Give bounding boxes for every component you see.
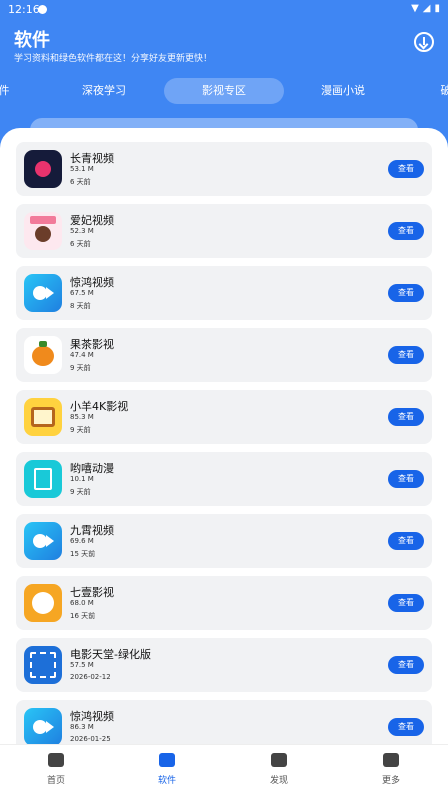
app-date: 9 天前 <box>70 364 91 372</box>
download-icon[interactable] <box>414 32 434 52</box>
app-size: 52.3 M <box>70 227 94 235</box>
wifi-icon: ▼ <box>411 3 419 14</box>
view-button[interactable]: 查看 <box>388 718 424 736</box>
app-card[interactable]: 九霄视频 69.6 M 15 天前 查看 <box>16 514 432 568</box>
lion-icon <box>24 584 62 622</box>
girl-avatar-icon <box>24 212 62 250</box>
app-size: 47.4 M <box>70 351 94 359</box>
view-button[interactable]: 查看 <box>388 532 424 550</box>
camera-fish-icon <box>24 522 62 560</box>
app-name: 爱妃视频 <box>70 214 114 227</box>
app-date: 8 天前 <box>70 302 91 310</box>
tv-sheep-icon <box>24 398 62 436</box>
view-button[interactable]: 查看 <box>388 346 424 364</box>
view-button[interactable]: 查看 <box>388 222 424 240</box>
app-name: 九霄视频 <box>70 524 114 537</box>
tab-movies[interactable]: 影视专区 <box>164 78 284 104</box>
view-button[interactable]: 查看 <box>388 470 424 488</box>
nav-discover-label: 发现 <box>269 776 288 786</box>
camera-fish-icon <box>24 708 62 746</box>
app-date: 15 天前 <box>70 550 96 558</box>
app-size: 53.1 M <box>70 165 94 173</box>
tab-crack[interactable]: 破 <box>436 78 448 104</box>
status-time: 12:16 <box>8 3 40 16</box>
film-strip-icon <box>24 646 62 684</box>
nav-more[interactable]: 更多 <box>361 753 421 786</box>
nav-software-label: 软件 <box>157 776 176 786</box>
app-card[interactable]: 惊鸿视频 67.5 M 8 天前 查看 <box>16 266 432 320</box>
app-size: 69.6 M <box>70 537 94 545</box>
app-name: 长青视频 <box>70 152 114 165</box>
app-name: 果茶影视 <box>70 338 114 351</box>
pen-logo-icon <box>24 460 62 498</box>
view-button[interactable]: 查看 <box>388 656 424 674</box>
app-date: 2026-01-25 <box>70 735 111 743</box>
app-size: 67.5 M <box>70 289 94 297</box>
app-card[interactable]: 小羊4K影视 85.3 M 9 天前 查看 <box>16 390 432 444</box>
battery-icon: ▮ <box>434 3 440 14</box>
app-card[interactable]: 长青视频 53.1 M 6 天前 查看 <box>16 142 432 196</box>
app-name: 小羊4K影视 <box>70 400 129 413</box>
discover-icon <box>271 753 287 767</box>
app-list: 长青视频 53.1 M6 天前 查看 爱妃视频 52.3 M6 天前 查看 惊鸿视频 67.5… <box>16 142 432 762</box>
orange-fruit-icon <box>24 336 62 374</box>
app-size: 57.5 M <box>70 661 94 669</box>
home-icon <box>48 753 64 767</box>
tab-night-study[interactable]: 深夜学习 <box>64 78 144 104</box>
app-size: 68.0 M <box>70 599 94 607</box>
nav-more-label: 更多 <box>381 776 400 786</box>
app-size: 86.3 M <box>70 723 94 731</box>
app-date: 6 天前 <box>70 240 91 248</box>
page-title: 软件 <box>14 30 50 51</box>
app-size: 85.3 M <box>70 413 94 421</box>
app-card[interactable]: 哟嘻动漫 10.1 M 9 天前 查看 <box>16 452 432 506</box>
app-size: 10.1 M <box>70 475 94 483</box>
app-name: 哟嘻动漫 <box>70 462 114 475</box>
signal-icon: ◢ <box>422 3 431 14</box>
app-date: 6 天前 <box>70 178 91 186</box>
app-card[interactable]: 电影天堂-绿化版 57.5 M 2026-02-12 查看 <box>16 638 432 692</box>
bottom-nav: 首页 软件 发现 更多 <box>0 744 448 796</box>
app-date: 16 天前 <box>70 612 96 620</box>
view-button[interactable]: 查看 <box>388 284 424 302</box>
status-icons: ▼ ◢ ▮ <box>411 3 440 14</box>
app-date: 9 天前 <box>70 488 91 496</box>
app-card[interactable]: 果茶影视 47.4 M 9 天前 查看 <box>16 328 432 382</box>
view-button[interactable]: 查看 <box>388 160 424 178</box>
camera-fish-icon <box>24 274 62 312</box>
apps-icon <box>159 753 175 767</box>
app-card[interactable]: 七壹影视 68.0 M 16 天前 查看 <box>16 576 432 630</box>
nav-home[interactable]: 首页 <box>26 753 86 786</box>
tab-comics[interactable]: 漫画小说 <box>303 78 383 104</box>
app-name: 惊鸿视频 <box>70 710 114 723</box>
more-icon <box>383 753 399 767</box>
app-date: 9 天前 <box>70 426 91 434</box>
tab-software[interactable]: 件 <box>0 78 14 104</box>
app-name: 惊鸿视频 <box>70 276 114 289</box>
nav-home-label: 首页 <box>46 776 65 786</box>
app-card[interactable]: 爱妃视频 52.3 M 6 天前 查看 <box>16 204 432 258</box>
app-date: 2026-02-12 <box>70 673 111 681</box>
app-name: 电影天堂-绿化版 <box>70 648 151 661</box>
page-subtitle: 学习资料和绿色软件都在这！分享好友更新更快！ <box>14 54 213 64</box>
status-bar: 12:16 ▼ ◢ ▮ <box>0 0 448 20</box>
category-tabs: 件 深夜学习 影视专区 漫画小说 破 <box>0 78 448 104</box>
view-button[interactable]: 查看 <box>388 408 424 426</box>
view-button[interactable]: 查看 <box>388 594 424 612</box>
nav-discover[interactable]: 发现 <box>249 753 309 786</box>
play-circle-icon <box>24 150 62 188</box>
nav-software[interactable]: 软件 <box>137 753 197 786</box>
app-name: 七壹影视 <box>70 586 114 599</box>
notification-icon <box>38 5 47 14</box>
